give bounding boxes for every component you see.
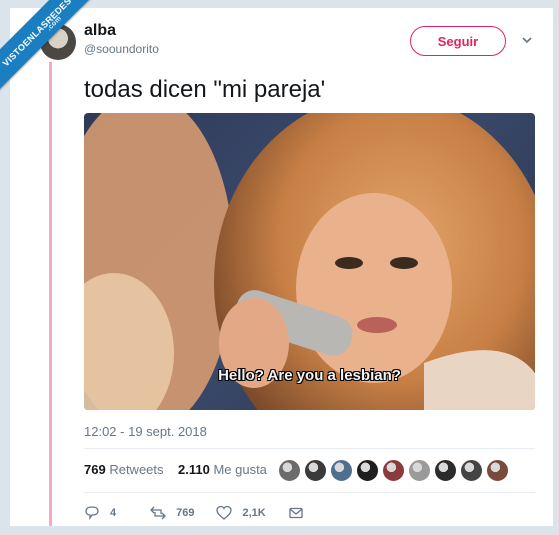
liker-avatar-2[interactable] [304, 459, 327, 482]
message-button[interactable] [288, 505, 314, 521]
divider [84, 448, 535, 449]
media-subtitle: Hello? Are you a lesbian? [218, 367, 401, 384]
liker-avatar-8[interactable] [460, 459, 483, 482]
media-illustration [84, 113, 535, 410]
liker-avatar-5[interactable] [382, 459, 405, 482]
divider [84, 492, 535, 493]
retweet-count: 769 [176, 507, 195, 519]
reply-button[interactable]: 4 [84, 505, 116, 521]
likes-label[interactable]: Me gusta [213, 462, 266, 477]
action-bar: 4 769 2,1K [84, 503, 336, 523]
retweets-label[interactable]: Retweets [109, 462, 163, 477]
retweet-button[interactable]: 769 [150, 505, 194, 521]
display-name[interactable]: alba [84, 22, 116, 40]
likes-count[interactable]: 2.110 [178, 462, 210, 477]
envelope-icon [289, 507, 303, 519]
like-button[interactable]: 2,1K [216, 505, 266, 521]
thread-line [49, 62, 52, 526]
follow-button[interactable]: Seguir [410, 26, 506, 56]
retweet-icon [150, 506, 167, 520]
tweet-timestamp[interactable]: 12:02 - 19 sept. 2018 [84, 424, 207, 439]
liker-avatar-6[interactable] [408, 459, 431, 482]
liker-avatar-7[interactable] [434, 459, 457, 482]
screenshot-frame: VISTOENLASREDES .com alba @sooundorito S… [0, 0, 559, 535]
reply-count: 4 [110, 507, 117, 519]
liker-avatar-9[interactable] [486, 459, 509, 482]
tweet-text: todas dicen "mi pareja' [84, 76, 326, 103]
heart-icon [216, 505, 233, 520]
liker-avatar-4[interactable] [356, 459, 379, 482]
liker-avatar-1[interactable] [278, 459, 301, 482]
liker-avatar-3[interactable] [330, 459, 353, 482]
tweet-stats: 769 Retweets 2.110 Me gusta [84, 462, 267, 477]
tweet-media[interactable]: Hello? Are you a lesbian? [84, 113, 535, 410]
like-count: 2,1K [242, 507, 266, 519]
chevron-down-icon[interactable] [520, 33, 534, 47]
retweets-count[interactable]: 769 [84, 462, 106, 477]
likers-avatars [278, 459, 512, 483]
user-handle[interactable]: @sooundorito [84, 42, 159, 56]
reply-icon [85, 506, 99, 521]
